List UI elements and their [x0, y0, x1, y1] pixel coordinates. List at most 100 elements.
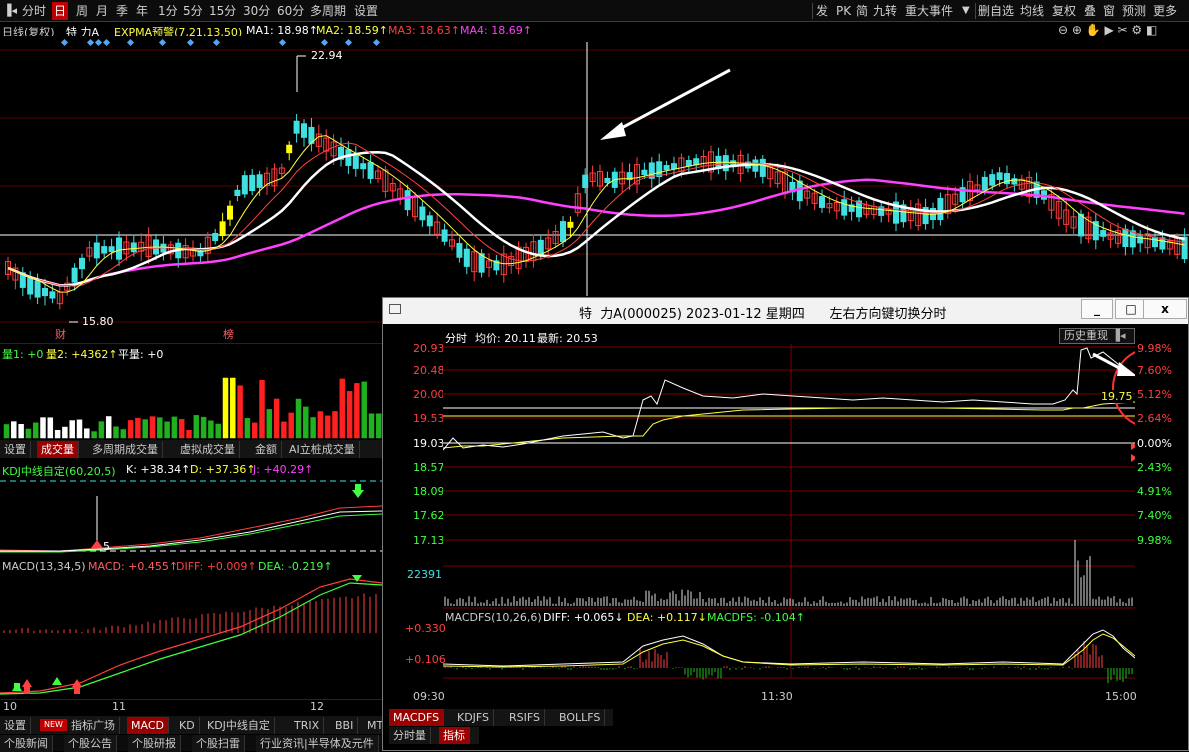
tab-ind-settings[interactable]: 设置 — [0, 717, 31, 734]
chart-tool-icons[interactable]: ⊖ ⊕ ✋ ▶ ✂ ⚙ ◧ — [1058, 23, 1157, 37]
pct-label: 5.12% — [1137, 388, 1172, 401]
tab-stock-announcements[interactable]: 个股公告 — [64, 735, 117, 752]
macd-value: MACD: +0.455↑ — [88, 560, 179, 573]
btn-jiuzhuan[interactable]: 九转 — [873, 2, 897, 20]
price-label: 20.48 — [413, 364, 445, 377]
pct-label: 9.98% — [1137, 342, 1172, 355]
tab-kd[interactable]: KD — [175, 717, 200, 734]
pct-label: 2.64% — [1137, 412, 1172, 425]
macdfs-title: MACDFS(10,26,6) — [445, 611, 542, 624]
pct-label: 9.98% — [1137, 534, 1172, 547]
tab-60min[interactable]: 60分 — [277, 2, 304, 20]
btn-ma-lines[interactable]: 均线 — [1020, 2, 1044, 20]
tab-vol-settings[interactable]: 设置 — [0, 441, 31, 458]
btn-adjust[interactable]: 复权 — [1052, 2, 1076, 20]
tab-year[interactable]: 年 — [136, 2, 148, 20]
tab-kdj-custom[interactable]: KDJ中线自定 — [203, 717, 275, 734]
time-label: 09:30 — [413, 690, 445, 703]
intraday-chart[interactable] — [443, 344, 1135, 698]
back-icon[interactable]: ▐◂ — [3, 2, 17, 20]
tab-1min[interactable]: 1分 — [158, 2, 178, 20]
volume-chart — [3, 377, 382, 439]
kdj-d: D: +37.36↑ — [190, 463, 256, 476]
tab-amount[interactable]: 金额 — [251, 441, 282, 458]
volume-max-label: 22391 — [407, 568, 442, 581]
tab-day[interactable]: 日 — [52, 2, 69, 20]
btn-remove-favorite[interactable]: 删自选 — [978, 2, 1014, 20]
macdfs-diff: DIFF: +0.065↓ — [543, 611, 624, 624]
kdj-j: J: +40.29↑ — [253, 463, 314, 476]
time-label: 11:30 — [761, 690, 793, 703]
time-label: 15:00 — [1105, 690, 1137, 703]
high-price-label: 22.94 — [311, 49, 343, 62]
intraday-sub-tabs: 分时量 指标 — [389, 727, 479, 744]
tab-bollfs[interactable]: BOLLFS — [555, 709, 606, 726]
btn-simple[interactable]: 简 — [856, 2, 868, 20]
minimize-button[interactable]: _ — [1081, 299, 1113, 319]
btn-more[interactable]: 更多 — [1153, 2, 1177, 20]
tab-fenshi[interactable]: 分时 — [22, 2, 46, 20]
indicator-tabs: 设置 NEW 指标广场 MACD KD KDJ中线自定 TRIX BBI MT — [0, 716, 389, 734]
current-price-tag: 19.75 — [1101, 390, 1133, 403]
pct-label: 7.60% — [1137, 364, 1172, 377]
tab-trix[interactable]: TRIX — [290, 717, 325, 734]
tab-virtual-volume[interactable]: 虚拟成交量 — [176, 441, 240, 458]
tab-multi-volume[interactable]: 多周期成交量 — [88, 441, 163, 458]
replay-icon: ▐◂ — [1111, 329, 1126, 342]
tab-stock-risk[interactable]: 个股扫雷 — [192, 735, 245, 752]
tab-bbi[interactable]: BBI — [331, 717, 359, 734]
tab-15min[interactable]: 15分 — [209, 2, 236, 20]
volume-tabs: 设置 成交量 多周期成交量 虚拟成交量 金额 AI立桩成交量 — [0, 440, 382, 458]
macdfs-dea: DEA: +0.117↓ — [627, 611, 707, 624]
price-label: 18.57 — [413, 461, 445, 474]
intraday-window[interactable]: 特 力A(000025) 2023-01-12 星期四 左右方向键切换分时 _ … — [382, 297, 1189, 751]
btn-overlay[interactable]: 叠 — [1084, 2, 1096, 20]
kdj-mark: 5 — [103, 540, 110, 553]
close-button[interactable]: x — [1143, 299, 1187, 319]
new-badge: NEW — [40, 719, 68, 731]
kdj-k: K: +38.34↑ — [126, 463, 191, 476]
tab-volume[interactable]: 成交量 — [37, 441, 79, 458]
tab-30min[interactable]: 30分 — [243, 2, 270, 20]
tab-kdjfs[interactable]: KDJFS — [453, 709, 495, 726]
marker-cai[interactable]: 财 — [55, 326, 66, 342]
kdj-chart — [0, 480, 382, 553]
tab-macd[interactable]: MACD — [127, 717, 169, 734]
tab-multi-period[interactable]: 多周期 — [310, 2, 346, 20]
tab-macdfs[interactable]: MACDFS — [389, 709, 445, 726]
date-label-10: 10 — [3, 700, 17, 713]
btn-fa[interactable]: 发 — [816, 2, 828, 20]
btn-window[interactable]: 窗 — [1103, 2, 1115, 20]
tab-industry-news[interactable]: 行业资讯|半导体及元件 — [256, 735, 379, 752]
price-label: 19.03 — [413, 437, 445, 450]
tab-indicator[interactable]: 指标 — [439, 727, 470, 744]
tab-quarter[interactable]: 季 — [116, 2, 128, 20]
price-label: 19.53 — [413, 412, 445, 425]
dropdown-icon[interactable]: ▼ — [962, 2, 970, 20]
tab-settings[interactable]: 设置 — [354, 2, 378, 20]
date-label-12: 12 — [310, 700, 324, 713]
low-price-label: 15.80 — [82, 315, 114, 328]
macd-diff: DIFF: +0.009↑ — [176, 560, 257, 573]
price-label: 17.13 — [413, 534, 445, 547]
btn-pk[interactable]: PK — [836, 2, 851, 20]
intraday-indicator-tabs: MACDFS KDJFS RSIFS BOLLFS — [389, 709, 613, 726]
tab-indicator-plaza[interactable]: 指标广场 — [67, 717, 120, 734]
tab-month[interactable]: 月 — [96, 2, 108, 20]
btn-forecast[interactable]: 预测 — [1122, 2, 1146, 20]
tab-stock-news[interactable]: 个股新闻 — [0, 735, 53, 752]
macd-dea: DEA: -0.219↑ — [258, 560, 333, 573]
tab-5min[interactable]: 5分 — [183, 2, 203, 20]
tab-intraday-volume[interactable]: 分时量 — [389, 727, 431, 744]
tab-stock-reports[interactable]: 个股研报 — [128, 735, 181, 752]
history-replay-button[interactable]: 历史重现 ▐◂ — [1059, 328, 1135, 344]
btn-major-events[interactable]: 重大事件 — [905, 2, 953, 20]
price-label: 20.00 — [413, 388, 445, 401]
intraday-titlebar[interactable]: 特 力A(000025) 2023-01-12 星期四 左右方向键切换分时 _ … — [383, 298, 1188, 324]
tab-ai-volume[interactable]: AI立桩成交量 — [285, 441, 360, 458]
pct-label: 0.00% — [1137, 437, 1172, 450]
pct-label: 2.43% — [1137, 461, 1172, 474]
tab-rsifs[interactable]: RSIFS — [505, 709, 545, 726]
tab-week[interactable]: 周 — [76, 2, 88, 20]
marker-bang[interactable]: 榜 — [223, 326, 234, 342]
